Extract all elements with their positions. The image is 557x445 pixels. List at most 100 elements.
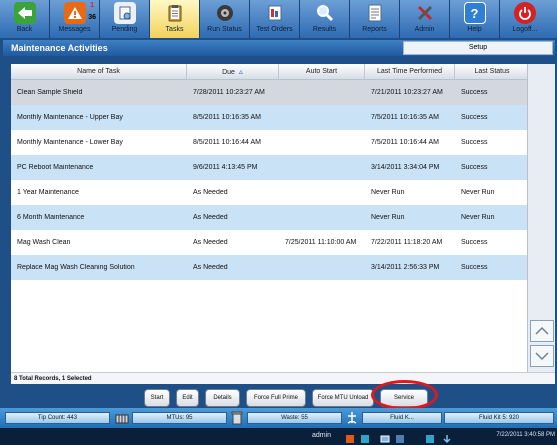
cell-task-name: Monthly Maintenance - Lower Bay: [17, 139, 123, 146]
toolbar-label: Reports: [362, 26, 387, 33]
toolbar-results-button[interactable]: Results: [300, 0, 350, 38]
trash-icon: [229, 411, 245, 425]
tray-status-icon[interactable]: [425, 431, 435, 443]
toolbar-label: Pending: [111, 26, 138, 33]
toolbar-label: Messages: [58, 26, 91, 33]
cell-last-time: 3/14/2011 2:56:33 PM: [371, 264, 440, 271]
edit-button[interactable]: Edit: [176, 389, 199, 407]
cell-task-name: Clean Sample Shield: [17, 89, 83, 96]
toolbar-pending-button[interactable]: Pending: [100, 0, 150, 38]
column-header-last-status[interactable]: Last Status: [455, 64, 529, 79]
toolbar-label: Run Status: [207, 26, 242, 33]
waste-gauge: Waste: 55: [247, 412, 342, 424]
column-header-last-time[interactable]: Last Time Performed: [365, 64, 455, 79]
column-header-due[interactable]: Due ▵: [187, 64, 279, 79]
scroll-down-button[interactable]: [530, 345, 554, 367]
test-orders-icon: [264, 2, 286, 24]
table-row[interactable]: 6 Month Maintenance As Needed Never Run …: [11, 205, 529, 230]
cell-last-status: Success: [461, 89, 488, 96]
messages-count: 36: [88, 14, 96, 21]
table-row[interactable]: Replace Mag Wash Cleaning Solution As Ne…: [11, 255, 529, 280]
cell-due: As Needed: [193, 214, 228, 221]
fluid-icon: [344, 411, 360, 425]
pending-icon: [113, 2, 136, 24]
toolbar-label: Test Orders: [256, 26, 293, 33]
toolbar-test-orders-button[interactable]: Test Orders: [250, 0, 300, 38]
table-row[interactable]: Mag Wash Clean As Needed 7/25/2011 11:10…: [11, 230, 529, 255]
chevron-down-icon: [535, 352, 549, 361]
tray-cpu-icon[interactable]: [395, 431, 405, 443]
toolbar-logoff-button[interactable]: Logoff...: [500, 0, 550, 38]
toolbar-tasks-button[interactable]: Tasks: [150, 0, 200, 38]
fluid-kit-4-gauge: Fluid K...: [362, 412, 442, 424]
magnifier-icon: [314, 2, 336, 24]
help-icon: ?: [463, 2, 486, 24]
toolbar-help-button[interactable]: ? Help: [450, 0, 500, 38]
back-arrow-icon: [13, 2, 36, 24]
clipboard-icon: [164, 2, 186, 24]
cell-due: As Needed: [193, 264, 228, 271]
cell-last-status: Success: [461, 264, 488, 271]
details-button[interactable]: Details: [205, 389, 240, 407]
cell-auto-start: 7/25/2011 11:10:00 AM: [285, 239, 357, 246]
tray-gauge-icon[interactable]: [360, 431, 370, 443]
cell-last-time: Never Run: [371, 214, 405, 221]
cell-due: As Needed: [193, 189, 228, 196]
force-full-prime-button[interactable]: Force Full Prime: [246, 389, 306, 407]
table-scrollbar[interactable]: [527, 64, 555, 372]
cell-last-status: Never Run: [461, 214, 495, 221]
force-mtu-unload-button[interactable]: Force MTU Unload: [312, 389, 374, 407]
download-arrow-icon[interactable]: [442, 431, 452, 444]
column-header-name[interactable]: Name of Task: [11, 64, 187, 79]
table-row[interactable]: Monthly Maintenance - Upper Bay 8/5/2011…: [11, 105, 529, 130]
chevron-up-icon: [535, 326, 549, 335]
toolbar-label: Logoff...: [512, 26, 538, 33]
panel-title-bar: Maintenance Activities Setup: [3, 40, 555, 56]
tip-count-gauge: Tip Count: 443: [5, 412, 110, 424]
table-row[interactable]: PC Reboot Maintenance 9/6/2011 4:13:45 P…: [11, 155, 529, 180]
cell-last-status: Never Run: [461, 189, 495, 196]
power-icon: [514, 2, 536, 24]
cell-due: 9/6/2011 4:13:45 PM: [193, 164, 258, 171]
toolbar-back-button[interactable]: Back: [0, 0, 50, 38]
records-summary: 8 Total Records, 1 Selected: [11, 372, 555, 384]
table-row[interactable]: Monthly Maintenance - Lower Bay 8/5/2011…: [11, 130, 529, 155]
cell-last-time: 7/21/2011 10:23:27 AM: [371, 89, 443, 96]
column-header-auto-start[interactable]: Auto Start: [279, 64, 365, 79]
table-row[interactable]: Clean Sample Shield 7/28/2011 10:23:27 A…: [11, 80, 529, 105]
cell-last-time: 7/5/2011 10:16:35 AM: [371, 114, 439, 121]
cell-last-time: 7/22/2011 11:18:20 AM: [371, 239, 443, 246]
maintenance-table: Name of Task Due ▵ Auto Start Last Time P…: [11, 64, 529, 372]
start-button[interactable]: Start: [144, 389, 170, 407]
scroll-up-button[interactable]: [530, 320, 554, 342]
cell-task-name: PC Reboot Maintenance: [17, 164, 94, 171]
toolbar-label: Help: [467, 26, 482, 33]
tip-rack-icon: [114, 411, 130, 425]
toolbar-admin-button[interactable]: Admin: [400, 0, 450, 38]
toolbar-label: Results: [312, 26, 337, 33]
tray-network-icon[interactable]: [380, 431, 390, 443]
cell-task-name: 1 Year Maintenance: [17, 189, 79, 196]
logged-in-user: admin: [312, 432, 332, 439]
cell-due: As Needed: [193, 239, 228, 246]
tab-setup[interactable]: Setup: [403, 41, 553, 55]
disc-icon: [214, 2, 236, 24]
toolbar-messages-button[interactable]: 1 36 Messages: [50, 0, 100, 38]
cell-last-status: Success: [461, 114, 488, 121]
cell-last-status: Success: [461, 139, 488, 146]
action-bar: Start Edit Details Force Full Prime Forc…: [0, 386, 557, 408]
instrument-status-bar: Tip Count: 443 MTUs: 95 Waste: 55 Fluid …: [0, 408, 557, 428]
cell-last-status: Success: [461, 164, 488, 171]
table-header: Name of Task Due ▵ Auto Start Last Time P…: [11, 64, 529, 80]
table-row[interactable]: 1 Year Maintenance As Needed Never Run N…: [11, 180, 529, 205]
tray-app-icon[interactable]: [345, 431, 355, 443]
toolbar-run-status-button[interactable]: Run Status: [200, 0, 250, 38]
toolbar-reports-button[interactable]: Reports: [350, 0, 400, 38]
highlight-circle: [371, 380, 438, 410]
cell-task-name: Mag Wash Clean: [17, 239, 71, 246]
cell-task-name: 6 Month Maintenance: [17, 214, 85, 221]
app-window: Back 1 36 Messages Pending Tasks Run Sta…: [0, 0, 557, 445]
cell-last-time: Never Run: [371, 189, 405, 196]
cell-task-name: Monthly Maintenance - Upper Bay: [17, 114, 123, 121]
cell-due: 7/28/2011 10:23:27 AM: [193, 89, 265, 96]
